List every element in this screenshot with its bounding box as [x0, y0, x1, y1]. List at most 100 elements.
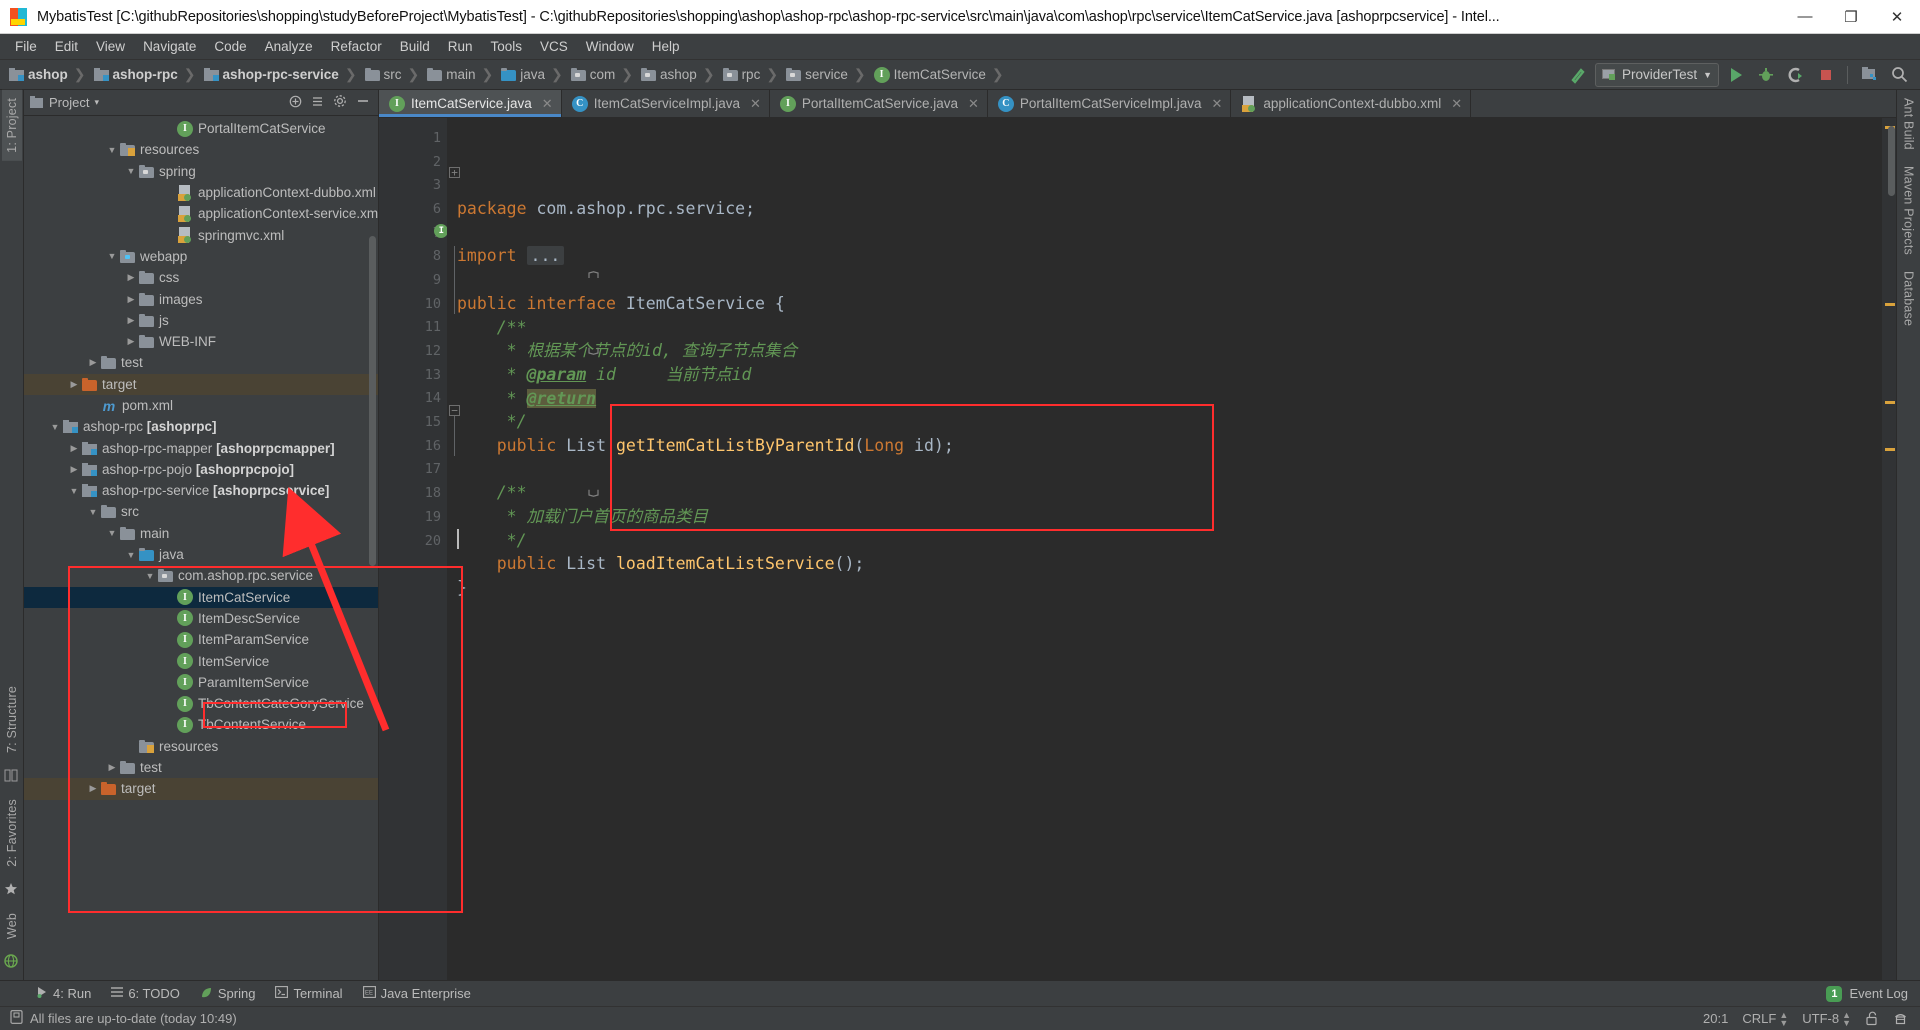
breadcrumb-ashop-pkg[interactable]: ashop ❯ — [638, 63, 720, 87]
code-line-12[interactable]: */ — [447, 410, 1882, 434]
tool-window-ant-build[interactable]: Ant Build — [1899, 90, 1919, 158]
project-structure-button[interactable] — [1856, 63, 1882, 87]
project-tree-scrollbar-thumb[interactable] — [369, 236, 376, 566]
search-everywhere-icon[interactable] — [1886, 63, 1912, 87]
tree-expand-arrow[interactable]: ▼ — [66, 486, 82, 496]
run-configuration-selector[interactable]: ProviderTest ▼ — [1595, 62, 1719, 87]
tree-node-itemdescservice[interactable]: I ItemDescService — [24, 608, 378, 629]
caret-position[interactable]: 20:1 — [1703, 1011, 1728, 1026]
fold-minus-icon[interactable]: − — [449, 405, 460, 416]
tree-node-itemservice[interactable]: I ItemService — [24, 650, 378, 671]
breadcrumb-rpc[interactable]: rpc ❯ — [720, 63, 784, 87]
close-tab-icon[interactable]: ✕ — [1451, 96, 1462, 112]
code-line-17[interactable]: */ — [447, 529, 1882, 553]
code-line-11[interactable]: * @return — [447, 387, 1882, 411]
tree-expand-arrow[interactable]: ▶ — [66, 443, 82, 454]
close-button[interactable]: ✕ — [1874, 0, 1920, 34]
code-line-7[interactable]: public interface ItemCatService { — [447, 292, 1882, 316]
tree-node-tbcontentservice[interactable]: I TbContentService — [24, 714, 378, 735]
tool-window-structure[interactable]: 7: Structure — [2, 678, 22, 761]
tree-expand-arrow[interactable]: ▼ — [104, 145, 120, 155]
code-line-15[interactable]: /** — [447, 481, 1882, 505]
breadcrumb-ashop-rpc-service[interactable]: ashop-rpc-service ❯ — [201, 63, 362, 87]
tree-expand-arrow[interactable]: ▶ — [123, 294, 139, 305]
tree-node-test[interactable]: ▶ test — [24, 757, 378, 778]
tool-window-todo[interactable]: 6: TODO — [101, 984, 190, 1003]
code-line-6[interactable] — [447, 268, 1882, 292]
editor-tab-itemcatserviceimpl-java[interactable]: C ItemCatServiceImpl.java ✕ — [562, 90, 770, 117]
breadcrumb-ashop[interactable]: ashop ❯ — [6, 63, 91, 87]
tree-node-js[interactable]: ▶ js — [24, 310, 378, 331]
fold-collapse-top-icon[interactable] — [449, 238, 599, 278]
tool-window-java-enterprise[interactable]: EE Java Enterprise — [353, 984, 481, 1003]
hector-icon[interactable] — [1893, 1011, 1908, 1026]
code-line-2[interactable] — [447, 221, 1882, 245]
menu-file[interactable]: File — [6, 36, 46, 57]
globe-icon[interactable] — [3, 954, 20, 970]
event-log-label[interactable]: Event Log — [1849, 986, 1908, 1001]
code-line-19[interactable]: } — [447, 576, 1882, 600]
tree-expand-arrow[interactable]: ▼ — [104, 528, 120, 538]
menu-navigate[interactable]: Navigate — [134, 36, 205, 57]
tree-expand-arrow[interactable]: ▶ — [123, 272, 139, 283]
tree-node-src[interactable]: ▼ src — [24, 501, 378, 522]
tree-node-com-ashop-rpc-service[interactable]: ▼ com.ashop.rpc.service — [24, 565, 378, 586]
menu-window[interactable]: Window — [577, 36, 643, 57]
editor-tab-portalitemcatservice-java[interactable]: I PortalItemCatService.java ✕ — [770, 90, 988, 117]
tree-expand-arrow[interactable]: ▼ — [123, 550, 139, 560]
code-line-8[interactable]: /** — [447, 316, 1882, 340]
tool-window-database[interactable]: Database — [1899, 263, 1919, 334]
star-icon[interactable] — [4, 882, 20, 898]
tool-window-terminal[interactable]: Terminal — [265, 984, 352, 1003]
breadcrumb-java[interactable]: java ❯ — [498, 63, 568, 87]
tool-window-maven-projects[interactable]: Maven Projects — [1899, 158, 1919, 263]
tree-node-applicationcontext-service-xml[interactable]: applicationContext-service.xml — [24, 203, 378, 224]
editor-marker-bar[interactable] — [1882, 118, 1896, 980]
tool-window-spring[interactable]: Spring — [190, 984, 266, 1004]
menu-code[interactable]: Code — [205, 36, 255, 57]
breadcrumb-itemcatservice[interactable]: I ItemCatService ❯ — [871, 63, 1009, 87]
tree-node-resources[interactable]: resources — [24, 736, 378, 757]
tree-expand-arrow[interactable]: ▶ — [123, 336, 139, 347]
tree-node-ashop-rpc-service[interactable]: ▼ ashop-rpc-service [ashoprpcservice] — [24, 480, 378, 501]
tree-node-target[interactable]: ▶ target — [24, 778, 378, 800]
tree-node-paramitemservice[interactable]: I ParamItemService — [24, 672, 378, 693]
tool-window-web[interactable]: Web — [2, 905, 22, 947]
tree-node-test[interactable]: ▶ test — [24, 352, 378, 373]
warning-marker[interactable] — [1885, 448, 1895, 451]
tree-node-applicationcontext-dubbo-xml[interactable]: applicationContext-dubbo.xml — [24, 182, 378, 203]
tree-node-tbcontentcategoryservice[interactable]: I TbContentCateGoryService — [24, 693, 378, 714]
code-line-13[interactable]: public List getItemCatListByParentId(Lon… — [447, 434, 1882, 458]
close-tab-icon[interactable]: ✕ — [542, 96, 553, 112]
tree-expand-arrow[interactable]: ▼ — [142, 571, 158, 581]
breadcrumb-com[interactable]: com ❯ — [568, 63, 638, 87]
tree-expand-arrow[interactable]: ▼ — [123, 166, 139, 176]
code-content[interactable]: + − package com.ashop.rpc.service; impor… — [447, 118, 1882, 980]
code-line-10[interactable]: * @param id 当前节点id — [447, 363, 1882, 387]
tree-node-web-inf[interactable]: ▶ WEB-INF — [24, 331, 378, 352]
code-line-1[interactable]: package com.ashop.rpc.service; — [447, 197, 1882, 221]
run-with-coverage-button[interactable] — [1783, 63, 1809, 87]
tree-expand-arrow[interactable]: ▶ — [85, 783, 101, 794]
menu-help[interactable]: Help — [643, 36, 689, 57]
collapse-all-icon[interactable] — [311, 95, 324, 111]
tree-expand-arrow[interactable]: ▶ — [104, 762, 120, 773]
tree-node-pom-xml[interactable]: m pom.xml — [24, 395, 378, 416]
tree-node-css[interactable]: ▶ css — [24, 267, 378, 288]
fold-collapse-bottom-icon[interactable] — [449, 314, 599, 355]
tree-node-main[interactable]: ▼ main — [24, 523, 378, 544]
tree-expand-arrow[interactable]: ▶ — [85, 357, 101, 368]
tree-expand-arrow[interactable]: ▼ — [85, 507, 101, 517]
code-folding-strip[interactable]: + − — [447, 118, 599, 980]
menu-view[interactable]: View — [87, 36, 134, 57]
tree-expand-arrow[interactable]: ▶ — [123, 315, 139, 326]
tree-expand-arrow[interactable]: ▶ — [66, 379, 82, 390]
unlocked-icon[interactable] — [1865, 1011, 1879, 1026]
menu-build[interactable]: Build — [391, 36, 439, 57]
tool-window-favorites[interactable]: 2: Favorites — [2, 791, 22, 875]
code-line-14[interactable] — [447, 458, 1882, 482]
editor-tab-portalitemcatserviceimpl-java[interactable]: C PortalItemCatServiceImpl.java ✕ — [988, 90, 1232, 117]
close-tab-icon[interactable]: ✕ — [1211, 96, 1222, 112]
menu-tools[interactable]: Tools — [482, 36, 532, 57]
tree-node-ashop-rpc[interactable]: ▼ ashop-rpc [ashoprpc] — [24, 416, 378, 437]
